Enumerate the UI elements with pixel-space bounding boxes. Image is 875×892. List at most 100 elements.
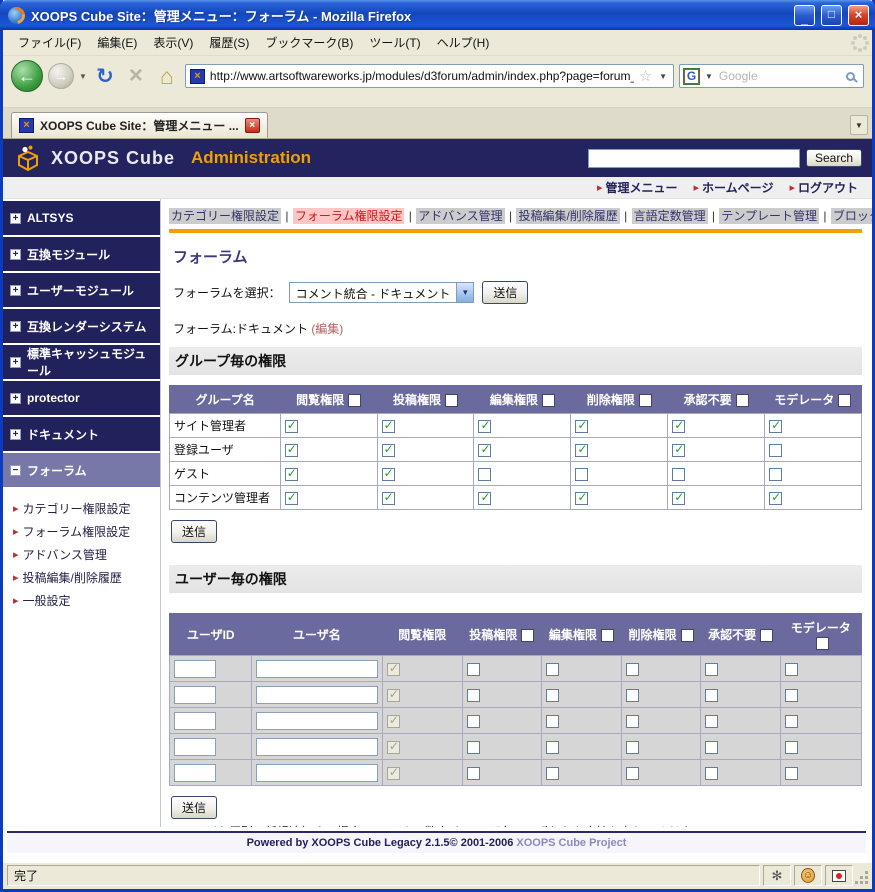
user-name-input[interactable] <box>256 660 378 678</box>
back-button[interactable]: ← <box>11 60 43 92</box>
menu-item[interactable]: ツール(T) <box>362 31 427 54</box>
perm-checkbox[interactable] <box>626 689 639 702</box>
minimize-button[interactable]: _ <box>794 5 815 26</box>
url-bar[interactable]: × http://www.artsoftwareworks.jp/modules… <box>185 64 674 88</box>
close-button[interactable]: × <box>848 5 869 26</box>
home-button[interactable]: ⌂ <box>154 63 180 90</box>
perm-checkbox[interactable] <box>672 444 685 457</box>
sidebar-item[interactable]: +互換モジュール <box>3 237 160 271</box>
top-link[interactable]: ▸ログアウト <box>789 179 858 196</box>
menu-item[interactable]: ヘルプ(H) <box>430 31 497 54</box>
check-all-checkbox[interactable] <box>601 629 614 642</box>
sidebar-item[interactable]: +ALTSYS <box>3 201 160 235</box>
browser-tab[interactable]: × XOOPS Cube Site：管理メニュー ... × <box>11 112 268 138</box>
perm-checkbox[interactable] <box>705 663 718 676</box>
footer-project-link[interactable]: XOOPS Cube Project <box>516 837 626 849</box>
perm-checkbox[interactable] <box>467 663 480 676</box>
perm-checkbox[interactable] <box>478 444 491 457</box>
user-id-input[interactable] <box>174 686 216 704</box>
perm-checkbox[interactable] <box>626 767 639 780</box>
perm-checkbox[interactable] <box>478 492 491 505</box>
plus-icon[interactable]: + <box>10 357 21 368</box>
perm-checkbox[interactable] <box>575 420 588 433</box>
plus-icon[interactable]: + <box>10 249 21 260</box>
maximize-button[interactable]: □ <box>821 5 842 26</box>
history-dropdown-icon[interactable]: ▼ <box>79 72 87 81</box>
check-all-checkbox[interactable] <box>681 629 694 642</box>
perm-checkbox[interactable] <box>382 420 395 433</box>
resize-grip[interactable] <box>856 865 870 886</box>
perm-checkbox[interactable] <box>672 492 685 505</box>
perm-checkbox[interactable] <box>769 468 782 481</box>
user-id-input[interactable] <box>174 738 216 756</box>
perm-checkbox[interactable] <box>478 420 491 433</box>
perm-checkbox[interactable] <box>575 492 588 505</box>
perm-checkbox[interactable] <box>467 715 480 728</box>
group-submit-button[interactable]: 送信 <box>171 520 217 543</box>
check-all-checkbox[interactable] <box>736 394 749 407</box>
menu-item[interactable]: 表示(V) <box>146 31 200 54</box>
perm-checkbox[interactable] <box>382 492 395 505</box>
perm-checkbox[interactable] <box>285 420 298 433</box>
reload-button[interactable]: ↻ <box>92 64 118 89</box>
perm-checkbox[interactable] <box>626 715 639 728</box>
minus-icon[interactable]: − <box>10 465 21 476</box>
sidebar-item[interactable]: +protector <box>3 381 160 415</box>
sidebar-subitem[interactable]: ▸一般設定 <box>13 589 156 612</box>
check-all-checkbox[interactable] <box>760 629 773 642</box>
perm-checkbox[interactable] <box>478 468 491 481</box>
perm-checkbox[interactable] <box>546 767 559 780</box>
admin-tab[interactable]: フォーラム権限設定 <box>293 208 405 224</box>
perm-checkbox[interactable] <box>467 689 480 702</box>
sidebar-item[interactable]: −フォーラム <box>3 453 160 487</box>
top-link[interactable]: ▸ホームページ <box>694 179 774 196</box>
user-name-input[interactable] <box>256 712 378 730</box>
forum-select[interactable]: コメント統合 - ドキュメント ▼ <box>289 282 475 303</box>
perm-checkbox[interactable] <box>626 663 639 676</box>
tab-close-icon[interactable]: × <box>245 118 260 133</box>
user-id-input[interactable] <box>174 712 216 730</box>
check-all-checkbox[interactable] <box>542 394 555 407</box>
sidebar-item[interactable]: +ドキュメント <box>3 417 160 451</box>
perm-checkbox[interactable] <box>785 689 798 702</box>
edit-link[interactable]: (編集) <box>311 322 343 336</box>
perm-checkbox[interactable] <box>285 492 298 505</box>
sidebar-subitem[interactable]: ▸フォーラム権限設定 <box>13 520 156 543</box>
perm-checkbox[interactable] <box>467 767 480 780</box>
perm-checkbox[interactable] <box>546 741 559 754</box>
search-engine-dropdown-icon[interactable]: ▼ <box>703 72 715 81</box>
perm-checkbox[interactable] <box>672 420 685 433</box>
menu-item[interactable]: ブックマーク(B) <box>258 31 360 54</box>
perm-checkbox[interactable] <box>382 444 395 457</box>
user-id-input[interactable] <box>174 660 216 678</box>
perm-checkbox[interactable] <box>467 741 480 754</box>
sidebar-item[interactable]: +ユーザーモジュール <box>3 273 160 307</box>
perm-checkbox[interactable] <box>285 444 298 457</box>
user-name-input[interactable] <box>256 738 378 756</box>
plus-icon[interactable]: + <box>10 213 21 224</box>
perm-checkbox[interactable] <box>672 468 685 481</box>
plus-icon[interactable]: + <box>10 429 21 440</box>
user-id-input[interactable] <box>174 764 216 782</box>
forum-select-submit-button[interactable]: 送信 <box>482 281 528 304</box>
admin-search-button[interactable]: Search <box>806 149 862 167</box>
plus-icon[interactable]: + <box>10 393 21 404</box>
admin-tab[interactable]: アドバンス管理 <box>416 208 504 224</box>
perm-checkbox[interactable] <box>285 468 298 481</box>
select-arrow-icon[interactable]: ▼ <box>456 283 473 302</box>
perm-checkbox[interactable] <box>785 767 798 780</box>
sidebar-subitem[interactable]: ▸投稿編集/削除履歴 <box>13 566 156 589</box>
perm-checkbox[interactable] <box>575 444 588 457</box>
check-all-checkbox[interactable] <box>521 629 534 642</box>
perm-checkbox[interactable] <box>785 663 798 676</box>
admin-search-input[interactable] <box>588 149 800 168</box>
check-all-checkbox[interactable] <box>639 394 652 407</box>
monkey-status-icon[interactable]: ☺ <box>794 865 822 886</box>
search-bar[interactable]: G ▼ Google <box>679 64 864 88</box>
admin-tab[interactable]: 言語定数管理 <box>632 208 708 224</box>
perm-checkbox[interactable] <box>785 741 798 754</box>
perm-checkbox[interactable] <box>705 689 718 702</box>
plus-icon[interactable]: + <box>10 321 21 332</box>
user-name-input[interactable] <box>256 686 378 704</box>
perm-checkbox[interactable] <box>546 663 559 676</box>
